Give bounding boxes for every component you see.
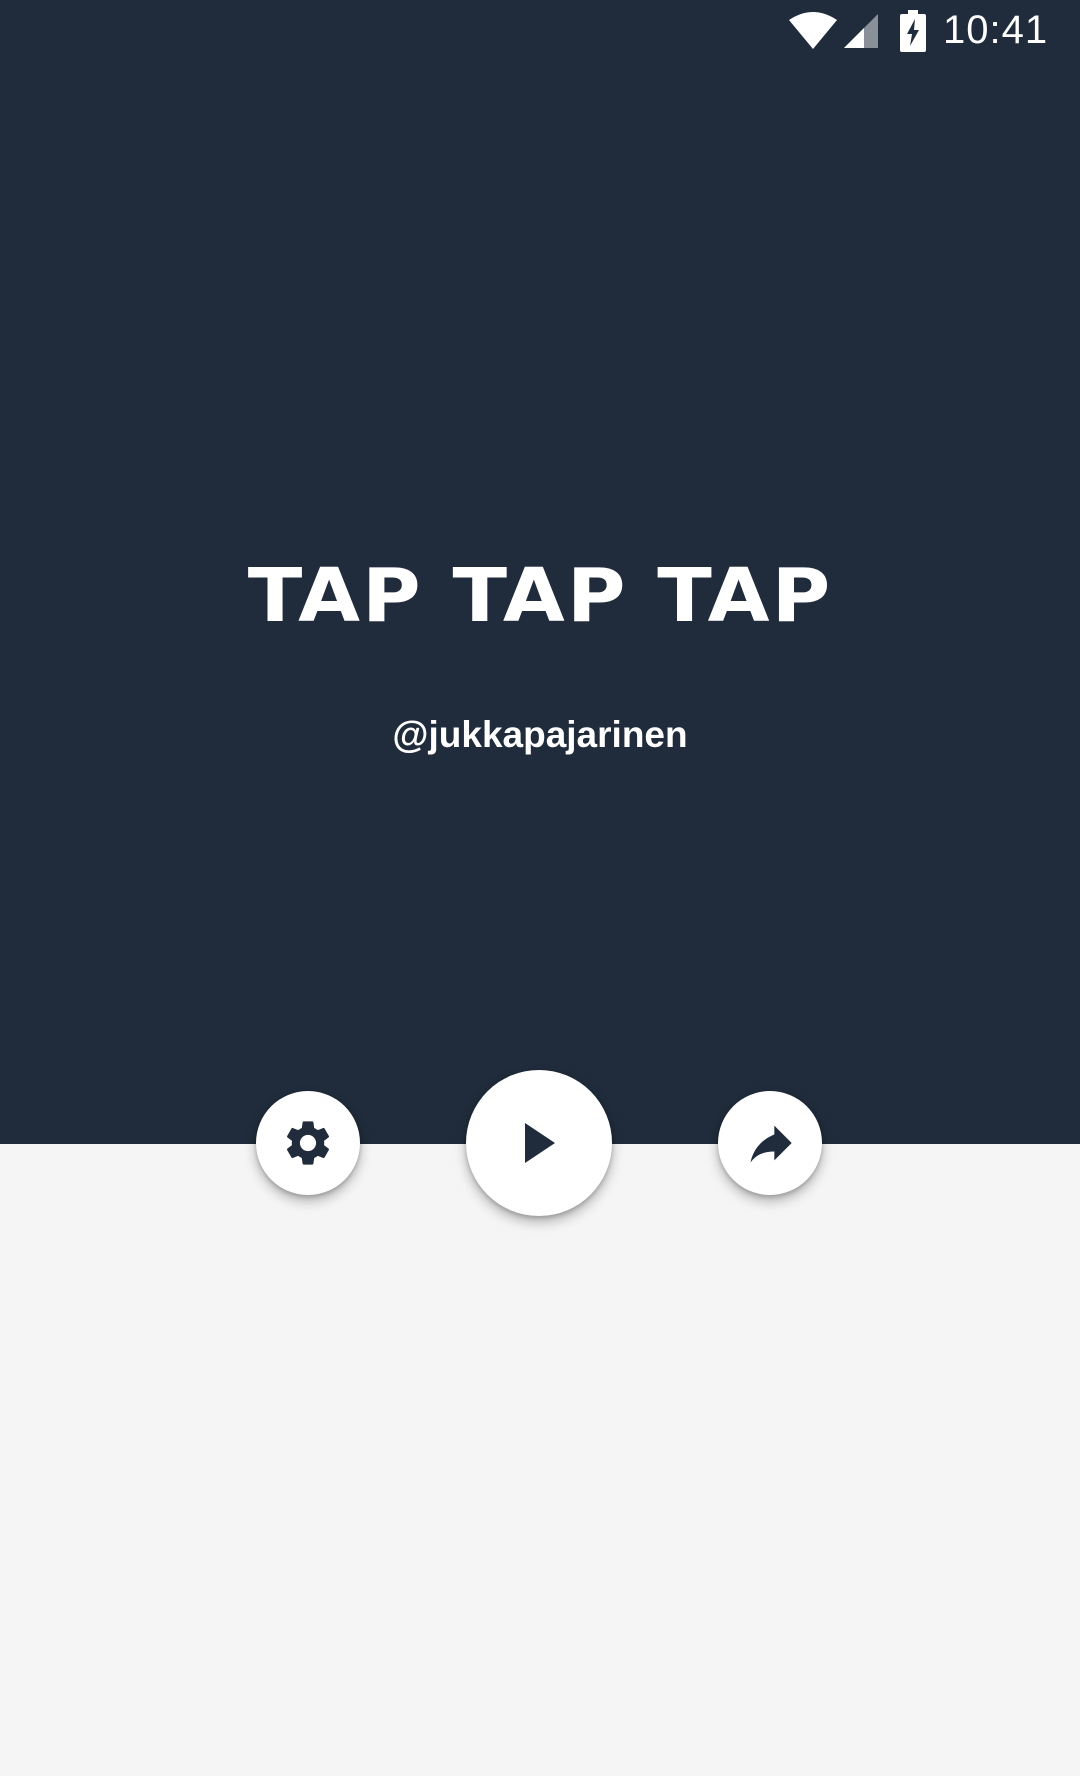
share-arrow-icon bbox=[744, 1117, 796, 1169]
settings-button[interactable] bbox=[256, 1091, 360, 1195]
battery-charging-icon bbox=[900, 10, 926, 52]
status-bar: 10:41 bbox=[0, 0, 1080, 64]
cell-signal-icon bbox=[842, 12, 880, 50]
author-handle: @jukkapajarinen bbox=[392, 714, 688, 755]
share-button[interactable] bbox=[718, 1091, 822, 1195]
play-button[interactable] bbox=[466, 1070, 612, 1216]
status-time: 10:41 bbox=[943, 8, 1049, 52]
gear-icon bbox=[281, 1116, 335, 1170]
game-title: TAP TAP TAP bbox=[247, 552, 833, 639]
play-icon bbox=[519, 1121, 559, 1165]
content-background bbox=[0, 1144, 1080, 1776]
wifi-icon bbox=[788, 12, 838, 50]
